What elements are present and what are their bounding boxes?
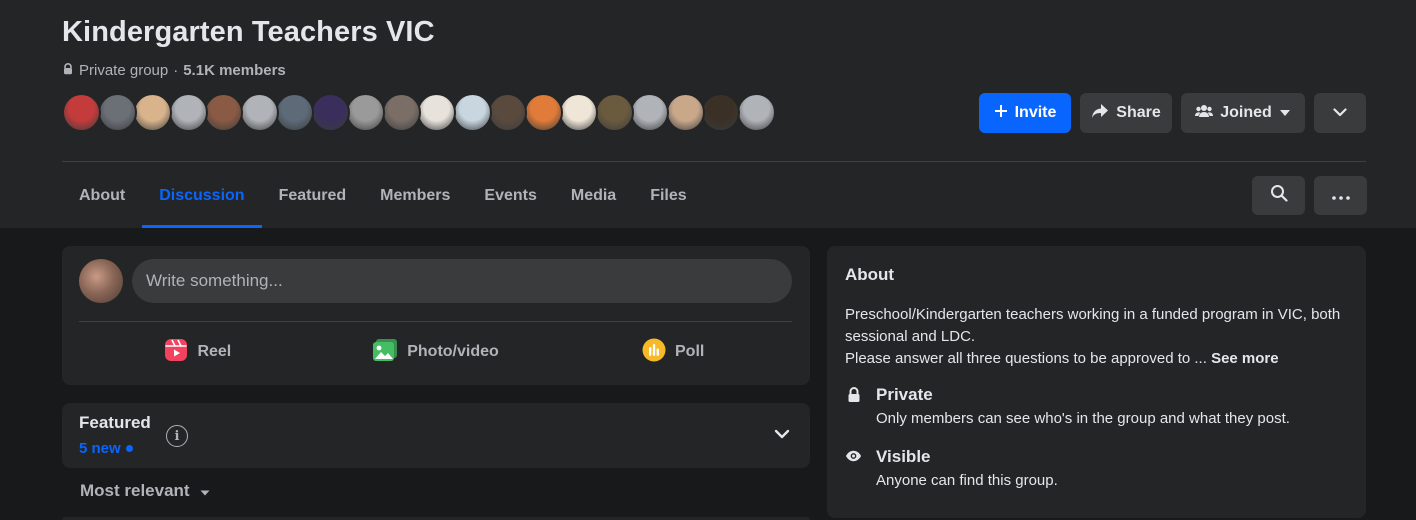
about-description-line1: Preschool/Kindergarten teachers working … xyxy=(845,306,1341,345)
chevron-down-icon[interactable] xyxy=(774,426,790,444)
privacy-label: Private group xyxy=(79,62,169,79)
more-button[interactable] xyxy=(1314,176,1367,215)
member-avatar[interactable] xyxy=(523,93,563,132)
eye-icon xyxy=(845,446,862,492)
member-avatar[interactable] xyxy=(452,93,492,132)
about-description: Preschool/Kindergarten teachers working … xyxy=(845,304,1345,370)
sort-dropdown[interactable]: Most relevant xyxy=(80,481,210,501)
see-more-link[interactable]: See more xyxy=(1211,350,1279,367)
share-icon xyxy=(1091,103,1109,124)
tab-about[interactable]: About xyxy=(62,164,142,228)
featured-new-count: 5 new xyxy=(79,440,133,457)
new-dot-icon xyxy=(125,445,133,452)
group-header: Kindergarten Teachers VIC Private group … xyxy=(0,0,1416,228)
composer-divider xyxy=(79,321,792,322)
photo-video-icon xyxy=(372,338,398,367)
member-avatar[interactable] xyxy=(346,93,385,132)
tab-discussion[interactable]: Discussion xyxy=(142,164,262,228)
group-title[interactable]: Kindergarten Teachers VIC xyxy=(62,16,435,49)
about-description-text: Please answer all three questions to be … xyxy=(845,350,1207,367)
reel-button[interactable]: Reel xyxy=(79,332,317,372)
ellipsis-icon xyxy=(1331,187,1350,205)
group-tabs: About Discussion Featured Members Events… xyxy=(62,164,704,228)
private-description: Only members can see who's in the group … xyxy=(876,410,1290,427)
caret-down-icon xyxy=(1279,104,1291,122)
member-avatar[interactable] xyxy=(204,93,243,132)
member-avatar[interactable] xyxy=(310,93,350,132)
tab-featured[interactable]: Featured xyxy=(262,164,364,228)
meta-separator: · xyxy=(173,62,179,79)
post-composer: Write something... Reel Photo/video Poll xyxy=(62,246,810,385)
plus-icon xyxy=(994,104,1008,123)
member-avatar[interactable] xyxy=(559,93,598,132)
visibility-info: Visible Anyone can find this group. xyxy=(845,446,1058,492)
featured-new-label: 5 new xyxy=(79,440,121,457)
joined-label: Joined xyxy=(1220,104,1272,121)
member-avatar[interactable] xyxy=(630,93,669,132)
share-label: Share xyxy=(1116,104,1161,121)
photo-video-label: Photo/video xyxy=(407,343,499,360)
info-icon[interactable]: i xyxy=(166,425,188,447)
member-avatar[interactable] xyxy=(736,93,776,132)
chevron-down-icon xyxy=(1333,104,1347,122)
featured-title: Featured xyxy=(79,413,151,432)
member-count[interactable]: 5.1K members xyxy=(183,62,286,79)
about-card: About Preschool/Kindergarten teachers wo… xyxy=(827,246,1366,518)
composer-actions: Reel Photo/video Poll xyxy=(79,332,792,372)
joined-button[interactable]: Joined xyxy=(1181,93,1305,133)
people-icon xyxy=(1195,104,1214,123)
member-avatar[interactable] xyxy=(133,93,172,132)
poll-icon xyxy=(642,338,666,367)
header-divider xyxy=(62,161,1366,162)
tab-events[interactable]: Events xyxy=(467,164,553,228)
invite-label: Invite xyxy=(1014,104,1057,121)
sort-label: Most relevant xyxy=(80,481,190,500)
privacy-info: Private Only members can see who's in th… xyxy=(845,384,1290,430)
member-avatar[interactable] xyxy=(97,93,137,132)
share-button[interactable]: Share xyxy=(1080,93,1172,133)
member-avatar[interactable] xyxy=(665,93,705,132)
photo-video-button[interactable]: Photo/video xyxy=(317,332,555,372)
more-options-dropdown-button[interactable] xyxy=(1314,93,1366,133)
invite-button[interactable]: Invite xyxy=(979,93,1071,133)
member-avatar[interactable] xyxy=(62,93,101,132)
tab-members[interactable]: Members xyxy=(363,164,467,228)
member-avatar[interactable] xyxy=(417,93,456,132)
reel-icon xyxy=(164,338,188,367)
lock-icon xyxy=(62,62,74,79)
caret-down-icon xyxy=(200,481,210,501)
tab-files[interactable]: Files xyxy=(633,164,703,228)
featured-section[interactable]: Featured 5 new i xyxy=(62,403,810,468)
search-button[interactable] xyxy=(1252,176,1305,215)
lock-icon xyxy=(845,384,862,430)
member-avatar[interactable] xyxy=(275,93,314,132)
about-title: About xyxy=(845,265,895,284)
poll-label: Poll xyxy=(675,343,705,360)
write-something-input[interactable]: Write something... xyxy=(132,259,792,303)
about-description-line2: Please answer all three questions to be … xyxy=(845,348,1345,370)
member-avatar[interactable] xyxy=(239,93,279,132)
visible-description: Anyone can find this group. xyxy=(876,472,1058,489)
visible-title: Visible xyxy=(876,447,931,466)
member-avatar[interactable] xyxy=(701,93,740,132)
member-avatar[interactable] xyxy=(594,93,634,132)
member-avatar[interactable] xyxy=(168,93,208,132)
search-icon xyxy=(1270,184,1288,207)
member-avatars[interactable] xyxy=(62,93,782,133)
private-title: Private xyxy=(876,385,933,404)
group-meta: Private group · 5.1K members xyxy=(62,62,286,79)
poll-button[interactable]: Poll xyxy=(554,332,792,372)
member-avatar[interactable] xyxy=(488,93,527,132)
user-avatar[interactable] xyxy=(79,259,123,303)
member-avatar[interactable] xyxy=(381,93,421,132)
reel-label: Reel xyxy=(197,343,232,360)
tab-media[interactable]: Media xyxy=(554,164,633,228)
